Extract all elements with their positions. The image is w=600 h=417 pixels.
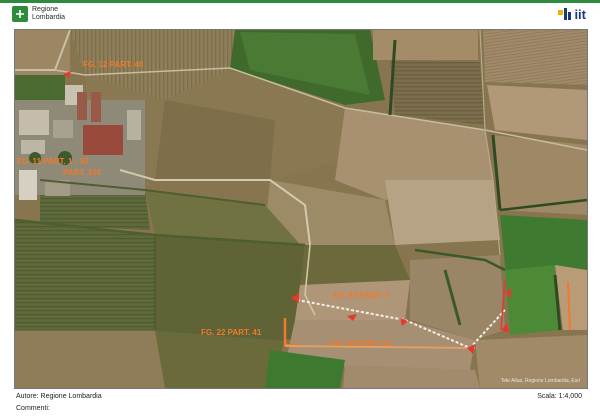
field <box>385 180 500 245</box>
header: Regione Lombardia iit <box>0 3 600 28</box>
iit-logo: iit <box>558 7 586 22</box>
field <box>15 220 155 330</box>
map-attribution: Tele Atlas, Regione Lombardia, Esri <box>501 378 580 384</box>
field <box>155 235 305 340</box>
parcel-label: FG. 12 PART. 40 <box>83 60 144 69</box>
field <box>300 245 410 285</box>
field <box>373 30 478 60</box>
field <box>483 30 587 85</box>
field <box>15 330 165 388</box>
field <box>295 280 410 320</box>
farm-buildings <box>15 85 145 200</box>
scale-text: Scala: 1:4,000 <box>537 393 582 400</box>
logo-line-2: Lombardia <box>32 14 66 21</box>
parcel-label: FG. 11 PART. 1 - 30 <box>17 157 89 166</box>
parcel-label: FG. 22 PART. 19 <box>330 339 391 348</box>
rosa-camuna-icon <box>12 6 28 22</box>
iit-logo-text: iit <box>574 7 586 22</box>
parcel-label: FG. 22 PART. 41 <box>201 328 262 337</box>
logo-line-1: Regione <box>32 6 59 13</box>
parcel-label: FG. 22 PART. 7 <box>333 291 389 300</box>
field <box>390 60 485 125</box>
author-text: Autore: Regione Lombardia <box>16 393 102 400</box>
field <box>15 75 65 100</box>
comments-label: Commenti: <box>16 405 50 412</box>
field <box>505 265 560 335</box>
iit-mark-icon <box>558 7 572 20</box>
aerial-image: FG. 12 PART. 40 FG. 11 PART. 1 - 30 PART… <box>15 30 587 388</box>
aerial-map[interactable]: FG. 12 PART. 40 FG. 11 PART. 1 - 30 PART… <box>14 29 588 389</box>
parcel-label: PART. 104 <box>63 168 102 177</box>
regione-lombardia-logo: Regione Lombardia <box>12 6 65 22</box>
